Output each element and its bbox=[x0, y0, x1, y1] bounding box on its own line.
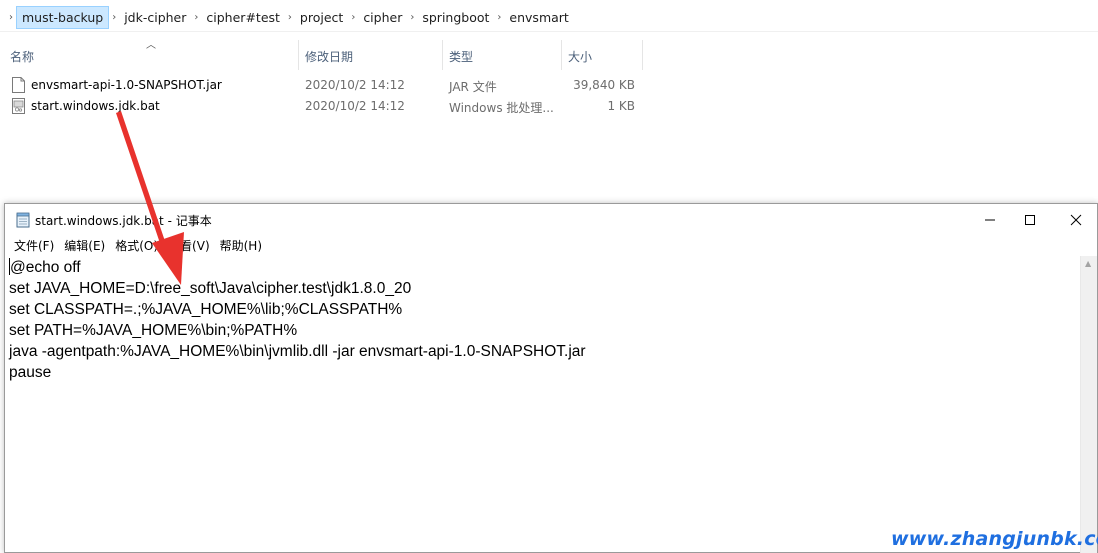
breadcrumb-item-jdk-cipher[interactable]: jdk-cipher bbox=[119, 7, 191, 28]
notepad-window: start.windows.jdk.bat - 记事本 文件(F) 编辑(E) … bbox=[4, 203, 1098, 553]
column-header-date[interactable]: 修改日期 bbox=[299, 44, 441, 68]
file-date: 2020/10/2 14:12 bbox=[305, 99, 405, 113]
minimize-icon bbox=[985, 219, 995, 221]
breadcrumb-item-must-backup[interactable]: must-backup bbox=[16, 6, 110, 29]
close-icon bbox=[1070, 214, 1082, 226]
column-header-size[interactable]: 大小 bbox=[562, 44, 642, 68]
notepad-icon bbox=[16, 212, 30, 228]
column-header-name[interactable]: 名称 bbox=[4, 44, 296, 68]
breadcrumb-item-project[interactable]: project bbox=[295, 7, 348, 28]
code-line: @echo off bbox=[9, 257, 1078, 278]
chevron-right-icon[interactable]: › bbox=[285, 12, 295, 23]
bat-file-icon bbox=[12, 98, 25, 114]
title-bar[interactable]: start.windows.jdk.bat - 记事本 bbox=[5, 204, 1097, 236]
chevron-right-icon[interactable]: › bbox=[191, 12, 201, 23]
menu-edit[interactable]: 编辑(E) bbox=[59, 236, 110, 256]
menu-help[interactable]: 帮助(H) bbox=[215, 236, 267, 256]
file-name: start.windows.jdk.bat bbox=[31, 99, 160, 113]
column-divider[interactable] bbox=[642, 40, 643, 70]
code-line: java -agentpath:%JAVA_HOME%\bin\jvmlib.d… bbox=[9, 343, 586, 360]
scroll-up-icon[interactable]: ▲ bbox=[1085, 259, 1091, 268]
text-editor[interactable]: @echo off set JAVA_HOME=D:\free_soft\Jav… bbox=[5, 256, 1082, 553]
file-date: 2020/10/2 14:12 bbox=[305, 78, 405, 92]
breadcrumb: › must-backup › jdk-cipher › cipher#test… bbox=[0, 4, 1098, 32]
file-name: envsmart-api-1.0-SNAPSHOT.jar bbox=[31, 78, 222, 92]
maximize-button[interactable] bbox=[1007, 204, 1053, 236]
file-row[interactable]: start.windows.jdk.bat 2020/10/2 14:12 Wi… bbox=[0, 96, 645, 116]
chevron-right-icon[interactable]: › bbox=[6, 12, 16, 23]
maximize-icon bbox=[1025, 215, 1035, 225]
chevron-right-icon[interactable]: › bbox=[494, 12, 504, 23]
breadcrumb-item-envsmart[interactable]: envsmart bbox=[504, 7, 573, 28]
code-line: set CLASSPATH=.;%JAVA_HOME%\lib;%CLASSPA… bbox=[9, 301, 403, 318]
breadcrumb-item-springboot[interactable]: springboot bbox=[417, 7, 494, 28]
jar-file-icon bbox=[12, 77, 25, 93]
breadcrumb-item-cipher-test[interactable]: cipher#test bbox=[201, 7, 285, 28]
file-size: 39,840 KB bbox=[573, 78, 635, 92]
breadcrumb-item-cipher[interactable]: cipher bbox=[358, 7, 407, 28]
vertical-scrollbar[interactable]: ▲ bbox=[1080, 256, 1097, 553]
file-row[interactable]: envsmart-api-1.0-SNAPSHOT.jar 2020/10/2 … bbox=[0, 75, 645, 95]
file-size: 1 KB bbox=[607, 99, 635, 113]
watermark: www.zhangjunbk.com bbox=[891, 528, 1098, 550]
code-line: set JAVA_HOME=D:\free_soft\Java\cipher.t… bbox=[9, 280, 412, 297]
chevron-right-icon[interactable]: › bbox=[109, 12, 119, 23]
file-type: Windows 批处理... bbox=[449, 101, 554, 115]
window-title: start.windows.jdk.bat - 记事本 bbox=[35, 214, 212, 228]
column-header-type[interactable]: 类型 bbox=[443, 44, 560, 68]
menu-view[interactable]: 查看(V) bbox=[163, 236, 215, 256]
chevron-right-icon[interactable]: › bbox=[348, 12, 358, 23]
menu-format[interactable]: 格式(O) bbox=[110, 236, 163, 256]
menu-file[interactable]: 文件(F) bbox=[9, 236, 59, 256]
chevron-right-icon[interactable]: › bbox=[407, 12, 417, 23]
file-type: JAR 文件 bbox=[449, 80, 497, 94]
close-button[interactable] bbox=[1053, 204, 1098, 236]
code-line: set PATH=%JAVA_HOME%\bin;%PATH% bbox=[9, 322, 298, 339]
code-line: pause bbox=[9, 364, 52, 381]
menu-bar: 文件(F) 编辑(E) 格式(O) 查看(V) 帮助(H) bbox=[5, 236, 1097, 256]
code-line-text: @echo off bbox=[10, 259, 81, 276]
